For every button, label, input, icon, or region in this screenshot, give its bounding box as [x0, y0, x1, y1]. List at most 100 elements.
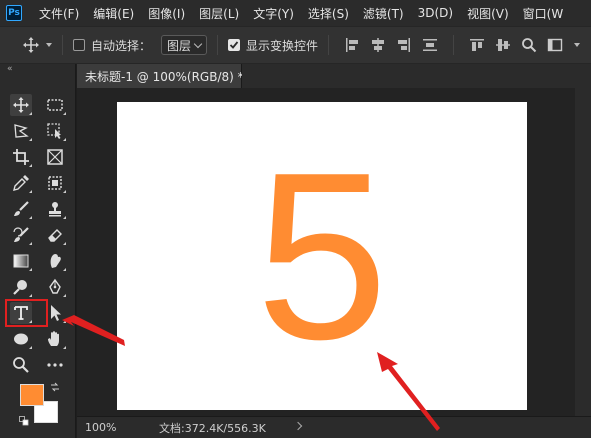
- search-icon[interactable]: [521, 37, 537, 53]
- auto-select-label: 自动选择：: [91, 38, 152, 53]
- gradient-tool[interactable]: [10, 250, 32, 272]
- tool-group-indicator: [29, 216, 32, 219]
- options-bar: 自动选择： 图层 显示变换控件: [0, 26, 591, 64]
- menu-window[interactable]: 窗口(W: [516, 5, 571, 22]
- lasso-tool[interactable]: [10, 120, 32, 142]
- menu-select[interactable]: 选择(S): [301, 5, 356, 22]
- dropdown-value: 图层: [167, 38, 192, 53]
- menu-type[interactable]: 文字(Y): [246, 5, 301, 22]
- align-horizontal-centers-icon[interactable]: [370, 37, 386, 53]
- chevron-right-icon[interactable]: [293, 421, 303, 431]
- healing-brush-tool[interactable]: [44, 172, 66, 194]
- separator: [328, 35, 330, 55]
- align-vertical-centers-icon[interactable]: [495, 37, 511, 53]
- smudge-tool[interactable]: [44, 250, 66, 272]
- tool-group-indicator: [29, 190, 32, 193]
- tool-group-indicator: [63, 190, 66, 193]
- swap-colors-icon[interactable]: [50, 382, 60, 392]
- shape-tool[interactable]: [10, 328, 32, 350]
- move-tool[interactable]: [10, 94, 32, 116]
- crop-tool[interactable]: [10, 146, 32, 168]
- zoom-tool[interactable]: [10, 354, 32, 376]
- menu-bar: Ps 文件(F) 编辑(E) 图像(I) 图层(L) 文字(Y) 选择(S) 滤…: [0, 0, 591, 26]
- align-left-edges-icon[interactable]: [344, 37, 360, 53]
- align-right-edges-icon[interactable]: [396, 37, 412, 53]
- spot-healing-icon: [48, 176, 62, 190]
- chevron-down-icon[interactable]: [574, 43, 581, 47]
- photoshop-logo-icon: Ps: [6, 5, 22, 21]
- tool-group-indicator: [63, 112, 66, 115]
- menu-filter[interactable]: 滤镜(T): [356, 5, 411, 22]
- menu-view[interactable]: 视图(V): [460, 5, 516, 22]
- move-tool-preset-icon[interactable]: [22, 36, 40, 54]
- dodge-tool[interactable]: [10, 276, 32, 298]
- tool-group-indicator: [63, 268, 66, 271]
- auto-select-target-dropdown[interactable]: 图层: [161, 35, 208, 55]
- show-transform-controls-checkbox[interactable]: [228, 39, 241, 51]
- object-selection-icon: [47, 123, 61, 139]
- tool-group-indicator: [63, 138, 66, 141]
- zoom-icon: [13, 357, 29, 373]
- rectangular-marquee-icon: [47, 99, 63, 111]
- clone-stamp-tool[interactable]: [44, 198, 66, 220]
- document-size-info[interactable]: 文档:372.4K/556.3K: [159, 420, 266, 436]
- frame-tool[interactable]: [44, 146, 66, 168]
- workspace-icon[interactable]: [547, 37, 563, 53]
- history-brush-tool[interactable]: [10, 224, 32, 246]
- collapse-panel-icon[interactable]: «: [7, 64, 13, 74]
- tool-group-indicator: [29, 268, 32, 271]
- zoom-level[interactable]: 100%: [85, 421, 145, 434]
- default-colors-icon[interactable]: [19, 416, 29, 426]
- auto-select-checkbox[interactable]: [73, 39, 85, 51]
- menu-file[interactable]: 文件(F): [32, 5, 86, 22]
- vertical-scrollbar[interactable]: [575, 88, 591, 416]
- object-selection-tool[interactable]: [44, 120, 66, 142]
- tool-group-indicator: [63, 216, 66, 219]
- foreground-color-swatch[interactable]: [20, 384, 44, 406]
- menu-layer[interactable]: 图层(L): [192, 5, 246, 22]
- tool-group-indicator: [63, 242, 66, 245]
- frame-icon: [47, 149, 63, 165]
- eraser-tool[interactable]: [44, 224, 66, 246]
- polygonal-lasso-icon: [14, 124, 29, 138]
- tools-panel: «: [0, 64, 76, 438]
- tool-group-indicator: [29, 138, 32, 141]
- move-icon: [13, 97, 29, 113]
- tool-group-indicator: [29, 242, 32, 245]
- gradient-icon: [13, 254, 29, 268]
- pen-icon: [49, 278, 61, 294]
- hand-tool[interactable]: [44, 328, 66, 350]
- separator: [453, 35, 455, 55]
- history-brush-icon: [13, 227, 29, 242]
- tool-group-indicator: [29, 294, 32, 297]
- edit-toolbar-button[interactable]: [44, 354, 66, 376]
- tool-group-indicator: [29, 164, 32, 167]
- tool-group-indicator: [29, 112, 32, 115]
- more-icon: [47, 363, 63, 367]
- ellipse-icon: [14, 333, 28, 345]
- canvas-text-layer[interactable]: 5: [117, 102, 527, 410]
- path-selection-icon: [51, 305, 61, 321]
- tool-group-indicator: [63, 320, 66, 323]
- brush-tool[interactable]: [10, 198, 32, 220]
- tool-group-indicator: [63, 294, 66, 297]
- document-tab[interactable]: 未标题-1 @ 100%(RGB/8) *: [77, 64, 244, 88]
- align-top-edges-icon[interactable]: [469, 37, 485, 53]
- separator: [217, 35, 219, 55]
- tool-group-indicator: [63, 346, 66, 349]
- chevron-down-icon: [193, 39, 203, 48]
- menu-3d[interactable]: 3D(D): [411, 6, 460, 20]
- menu-edit[interactable]: 编辑(E): [86, 5, 141, 22]
- pen-tool[interactable]: [44, 276, 66, 298]
- show-transform-controls-label: 显示变换控件: [246, 38, 319, 53]
- eraser-icon: [48, 229, 62, 242]
- separator: [62, 35, 63, 55]
- stamp-icon: [49, 202, 61, 217]
- tab-strip: [242, 64, 591, 88]
- marquee-tool[interactable]: [44, 94, 66, 116]
- distribute-vertical-icon[interactable]: [422, 37, 438, 53]
- chevron-down-icon[interactable]: [46, 43, 52, 47]
- smudge-icon: [50, 253, 61, 268]
- menu-image[interactable]: 图像(I): [141, 5, 192, 22]
- eyedropper-tool[interactable]: [10, 172, 32, 194]
